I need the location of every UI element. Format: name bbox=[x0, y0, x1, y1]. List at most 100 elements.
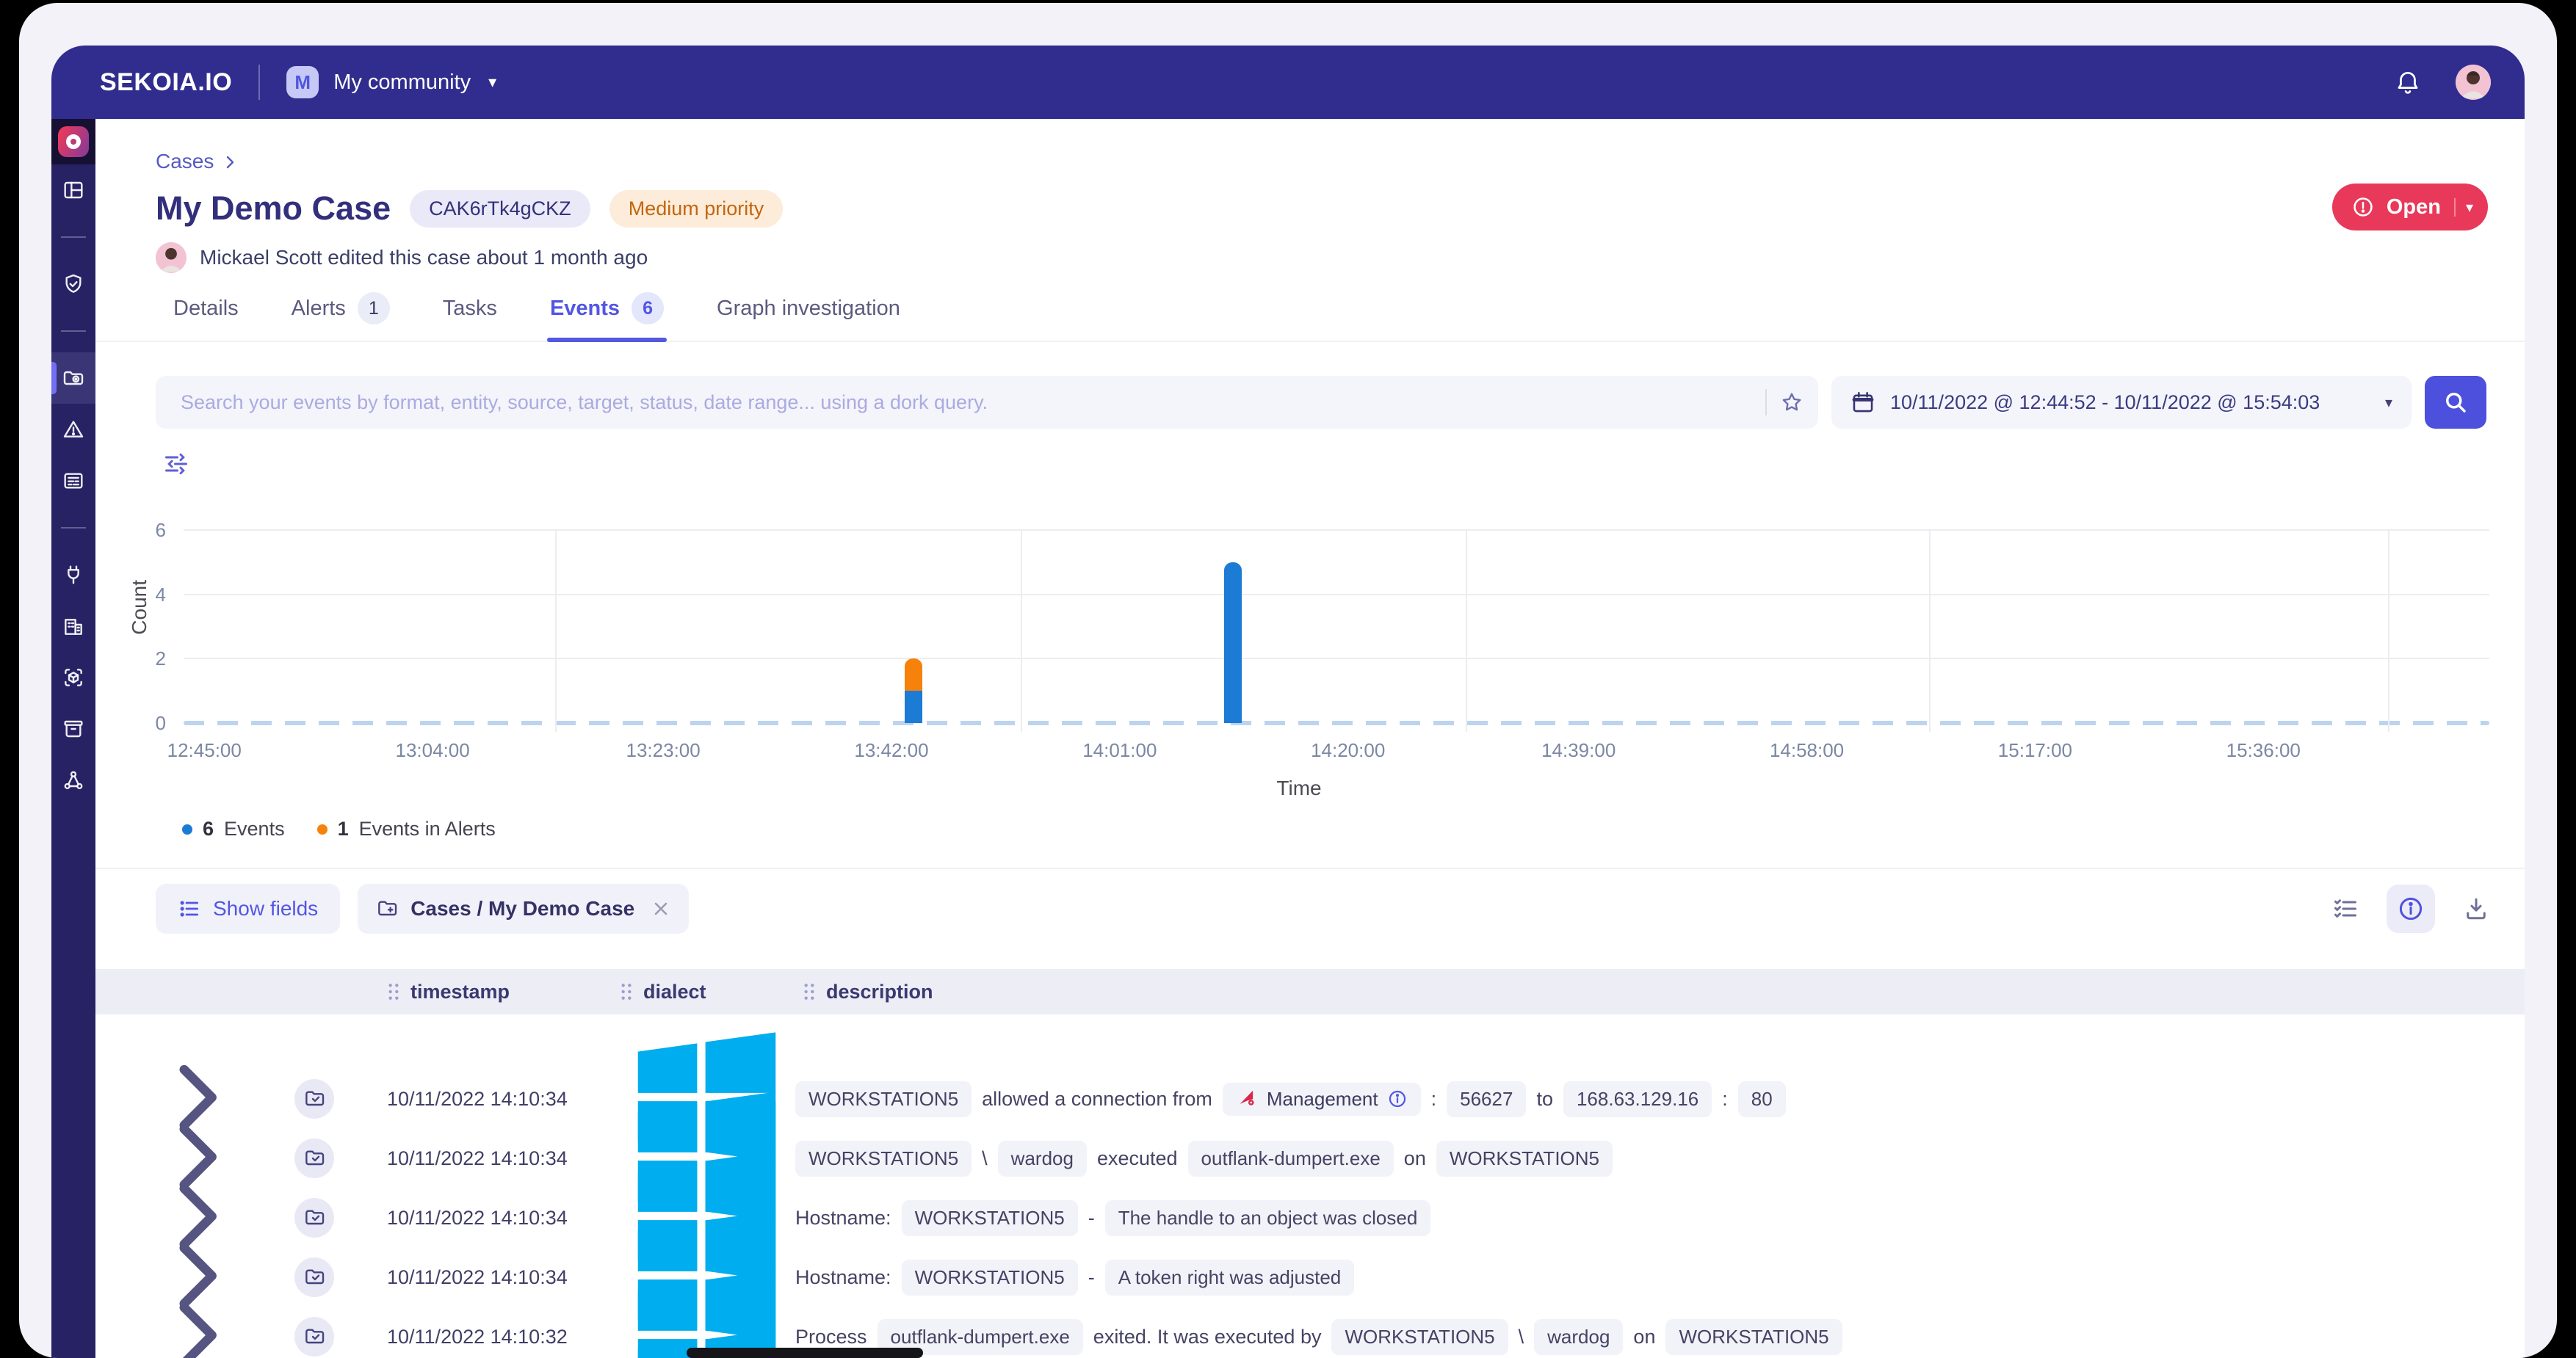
breadcrumb[interactable]: Cases bbox=[156, 150, 239, 173]
y-tick-label: 2 bbox=[101, 647, 166, 670]
x-axis-label: Time bbox=[1276, 777, 1321, 800]
sidebar-item-shield-check[interactable] bbox=[51, 258, 95, 310]
tab-label: Details bbox=[173, 297, 239, 321]
expand-cell bbox=[95, 1347, 191, 1358]
description-chip[interactable]: WORKSTATION5 bbox=[795, 1141, 972, 1177]
notifications-bell-icon[interactable] bbox=[2394, 68, 2422, 96]
product-logo[interactable] bbox=[51, 119, 95, 164]
user-avatar[interactable] bbox=[2456, 65, 2491, 100]
timestamp-cell: 10/11/2022 14:10:34 bbox=[356, 1147, 609, 1170]
drag-handle-icon[interactable] bbox=[803, 982, 816, 1001]
description-chip[interactable]: The handle to an object was closed bbox=[1105, 1200, 1431, 1236]
community-switcher[interactable]: M My community ▾ bbox=[286, 66, 496, 98]
y-gridline bbox=[184, 529, 2489, 531]
events-bar-segment bbox=[905, 691, 922, 723]
description-chip[interactable]: outflank-dumpert.exe bbox=[1188, 1141, 1394, 1177]
chevron-down-icon[interactable]: ▾ bbox=[2454, 198, 2473, 217]
date-range-picker[interactable]: 10/11/2022 @ 12:44:52 - 10/11/2022 @ 15:… bbox=[1831, 376, 2412, 429]
info-icon[interactable] bbox=[1387, 1089, 1408, 1109]
events-table: timestampdialectdescription 10/11/2022 1… bbox=[95, 969, 2525, 1358]
sidebar-item-document-lines[interactable] bbox=[51, 455, 95, 506]
date-range-value: 10/11/2022 @ 12:44:52 - 10/11/2022 @ 15:… bbox=[1890, 391, 2367, 414]
show-fields-button[interactable]: Show fields bbox=[156, 884, 340, 934]
sidebar-divider bbox=[51, 310, 95, 352]
plug-icon bbox=[62, 563, 85, 587]
sidebar-item-archive-box[interactable] bbox=[51, 703, 95, 755]
description-text: - bbox=[1088, 1207, 1095, 1230]
sidebar bbox=[51, 119, 95, 1358]
description-chip[interactable]: WORKSTATION5 bbox=[795, 1081, 972, 1117]
legend-item[interactable]: 6Events bbox=[182, 818, 285, 840]
in-case-button[interactable] bbox=[294, 1139, 334, 1178]
tab-alerts[interactable]: Alerts1 bbox=[292, 286, 390, 341]
sidebar-item-layout-grid[interactable] bbox=[51, 164, 95, 216]
column-header-timestamp[interactable]: timestamp bbox=[356, 981, 609, 1003]
search-input[interactable] bbox=[181, 391, 1765, 414]
drag-handle-icon[interactable] bbox=[620, 982, 633, 1001]
entity-label: Management bbox=[1267, 1088, 1378, 1111]
x-gridline bbox=[555, 530, 557, 732]
in-case-button[interactable] bbox=[294, 1317, 334, 1357]
folder-check-icon bbox=[303, 1087, 326, 1111]
description-chip[interactable]: WORKSTATION5 bbox=[902, 1200, 1078, 1236]
cube-scan-icon bbox=[62, 666, 85, 689]
tab-count-badge: 6 bbox=[632, 292, 664, 324]
sidebar-item-network-nodes[interactable] bbox=[51, 755, 95, 806]
legend-item[interactable]: 1Events in Alerts bbox=[317, 818, 496, 840]
brand-logo[interactable]: SEKOIA.IO bbox=[100, 68, 232, 97]
description-chip[interactable]: wardog bbox=[998, 1141, 1087, 1177]
sidebar-item-cube-scan[interactable] bbox=[51, 652, 95, 703]
description-chip[interactable]: 80 bbox=[1738, 1081, 1786, 1117]
chart-filters-icon[interactable] bbox=[163, 451, 189, 477]
document-lines-icon bbox=[62, 469, 85, 493]
chart-bar[interactable] bbox=[905, 658, 922, 723]
tab-label: Tasks bbox=[443, 297, 497, 321]
description-text: Hostname: bbox=[795, 1266, 891, 1289]
drag-handle-icon[interactable] bbox=[387, 982, 400, 1001]
show-fields-label: Show fields bbox=[213, 897, 318, 921]
description-chip[interactable]: A token right was adjusted bbox=[1105, 1260, 1355, 1296]
description-chip[interactable]: WORKSTATION5 bbox=[902, 1260, 1078, 1296]
description-chip[interactable]: WORKSTATION5 bbox=[1665, 1319, 1842, 1355]
folder-check-icon bbox=[303, 1266, 326, 1289]
legend-count: 1 bbox=[338, 818, 349, 840]
favorite-star-icon[interactable] bbox=[1780, 391, 1803, 414]
description-chip[interactable]: wardog bbox=[1534, 1319, 1623, 1355]
search-button[interactable] bbox=[2425, 376, 2486, 429]
tab-tasks[interactable]: Tasks bbox=[443, 286, 497, 341]
app-frame: SEKOIA.IO M My community ▾ bbox=[19, 3, 2557, 1358]
tab-graph-investigation[interactable]: Graph investigation bbox=[717, 286, 900, 341]
description-text: on bbox=[1404, 1147, 1426, 1170]
description-chip[interactable]: WORKSTATION5 bbox=[1331, 1319, 1508, 1355]
sidebar-item-folder-eye[interactable] bbox=[51, 352, 95, 404]
active-filter-chip[interactable]: Cases / My Demo Case bbox=[358, 884, 689, 934]
horizontal-scrollbar-thumb[interactable] bbox=[687, 1348, 923, 1358]
in-case-button[interactable] bbox=[294, 1079, 334, 1119]
tab-details[interactable]: Details bbox=[173, 286, 239, 341]
column-header-description[interactable]: description bbox=[789, 981, 2525, 1003]
folder-check-icon bbox=[303, 1325, 326, 1348]
description-text: Hostname: bbox=[795, 1207, 891, 1230]
info-panel-button[interactable] bbox=[2387, 885, 2435, 933]
sidebar-item-plug[interactable] bbox=[51, 549, 95, 600]
remove-filter-icon[interactable] bbox=[651, 898, 671, 919]
sidebar-item-alert-triangle[interactable] bbox=[51, 404, 95, 455]
entity-chip[interactable]: Management bbox=[1223, 1083, 1421, 1116]
in-case-button[interactable] bbox=[294, 1198, 334, 1238]
case-status-button[interactable]: Open ▾ bbox=[2332, 184, 2488, 230]
in-case-button[interactable] bbox=[294, 1257, 334, 1297]
sidebar-item-building[interactable] bbox=[51, 600, 95, 652]
download-icon[interactable] bbox=[2463, 896, 2489, 922]
select-columns-icon[interactable] bbox=[2332, 896, 2359, 922]
table-row[interactable]: 10/11/2022 14:10:34WORKSTATION5allowed a… bbox=[95, 1014, 2525, 1074]
byline-text: Mickael Scott edited this case about 1 m… bbox=[200, 246, 648, 269]
column-header-dialect[interactable]: dialect bbox=[609, 981, 789, 1003]
breadcrumb-cases[interactable]: Cases bbox=[156, 150, 214, 173]
case-cell bbox=[272, 1079, 356, 1119]
tab-events[interactable]: Events6 bbox=[550, 286, 664, 341]
description-chip[interactable]: 168.63.129.16 bbox=[1563, 1081, 1712, 1117]
chart-bar[interactable] bbox=[1224, 562, 1242, 723]
description-chip[interactable]: 56627 bbox=[1447, 1081, 1526, 1117]
tab-count-badge: 1 bbox=[358, 292, 390, 324]
description-chip[interactable]: WORKSTATION5 bbox=[1436, 1141, 1613, 1177]
